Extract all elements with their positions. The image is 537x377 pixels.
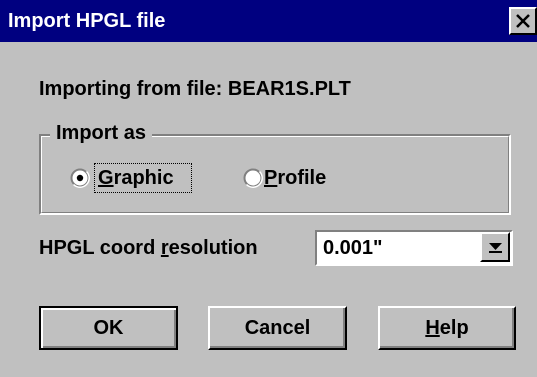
radio-graphic-label[interactable]: Graphic <box>98 166 174 190</box>
resolution-select[interactable]: 0.001" <box>315 230 513 266</box>
radio-profile-label[interactable]: Profile <box>264 166 326 190</box>
close-icon <box>516 14 530 28</box>
radio-graphic[interactable] <box>70 168 90 188</box>
window-title: Import HPGL file <box>8 10 166 32</box>
importing-from-label: Importing from file: BEAR1S.PLT <box>39 78 351 100</box>
radio-profile[interactable] <box>243 168 263 188</box>
chevron-down-icon <box>489 243 502 253</box>
help-button[interactable]: Help <box>378 306 516 350</box>
radio-selected-dot <box>76 174 84 182</box>
import-hpgl-dialog: Import HPGL file Importing from file: BE… <box>0 0 537 377</box>
close-button[interactable] <box>509 7 537 35</box>
ok-button[interactable]: OK <box>39 306 178 350</box>
import-as-legend: Import as <box>50 121 153 145</box>
dropdown-button[interactable] <box>480 232 510 262</box>
resolution-value: 0.001" <box>323 237 383 259</box>
title-bar[interactable]: Import HPGL file <box>0 0 537 42</box>
resolution-label: HPGL coord resolution <box>39 237 258 259</box>
cancel-button[interactable]: Cancel <box>208 306 347 350</box>
